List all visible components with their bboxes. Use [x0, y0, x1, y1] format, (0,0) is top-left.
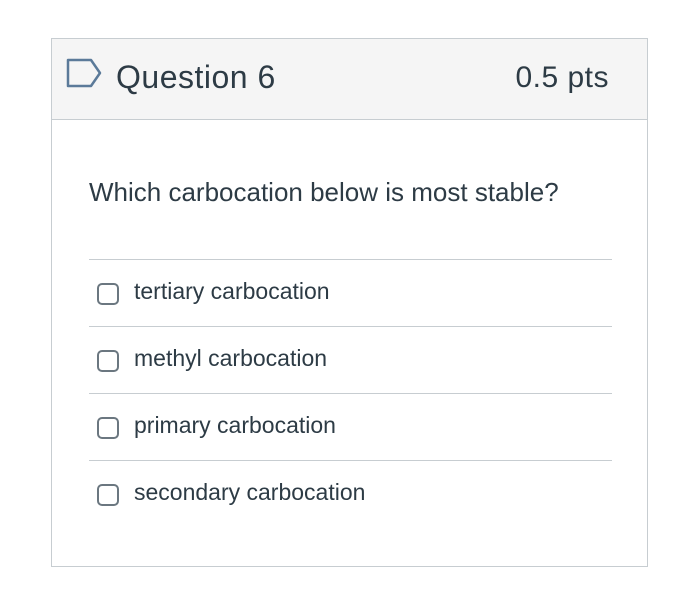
question-points: 0.5 pts [515, 61, 609, 94]
answer-list: tertiary carbocation methyl carbocation … [89, 259, 612, 527]
radio-button[interactable] [97, 417, 119, 439]
question-header: Question 6 0.5 pts [52, 39, 647, 120]
question-text: Which carbocation below is most stable? [89, 177, 559, 207]
answer-option[interactable]: secondary carbocation [89, 460, 612, 527]
answer-option[interactable]: primary carbocation [89, 393, 612, 460]
question-title: Question 6 [116, 59, 276, 95]
answer-label[interactable]: methyl carbocation [134, 345, 327, 372]
radio-button[interactable] [97, 484, 119, 506]
answer-option[interactable]: tertiary carbocation [89, 259, 612, 326]
answer-label[interactable]: secondary carbocation [134, 479, 365, 506]
radio-button[interactable] [97, 350, 119, 372]
radio-button[interactable] [97, 283, 119, 305]
question-card: Question 6 0.5 pts Which carbocation bel… [51, 38, 648, 567]
answer-option[interactable]: methyl carbocation [89, 326, 612, 393]
flag-question-icon[interactable] [65, 57, 103, 89]
answer-label[interactable]: tertiary carbocation [134, 278, 330, 305]
answer-label[interactable]: primary carbocation [134, 412, 336, 439]
